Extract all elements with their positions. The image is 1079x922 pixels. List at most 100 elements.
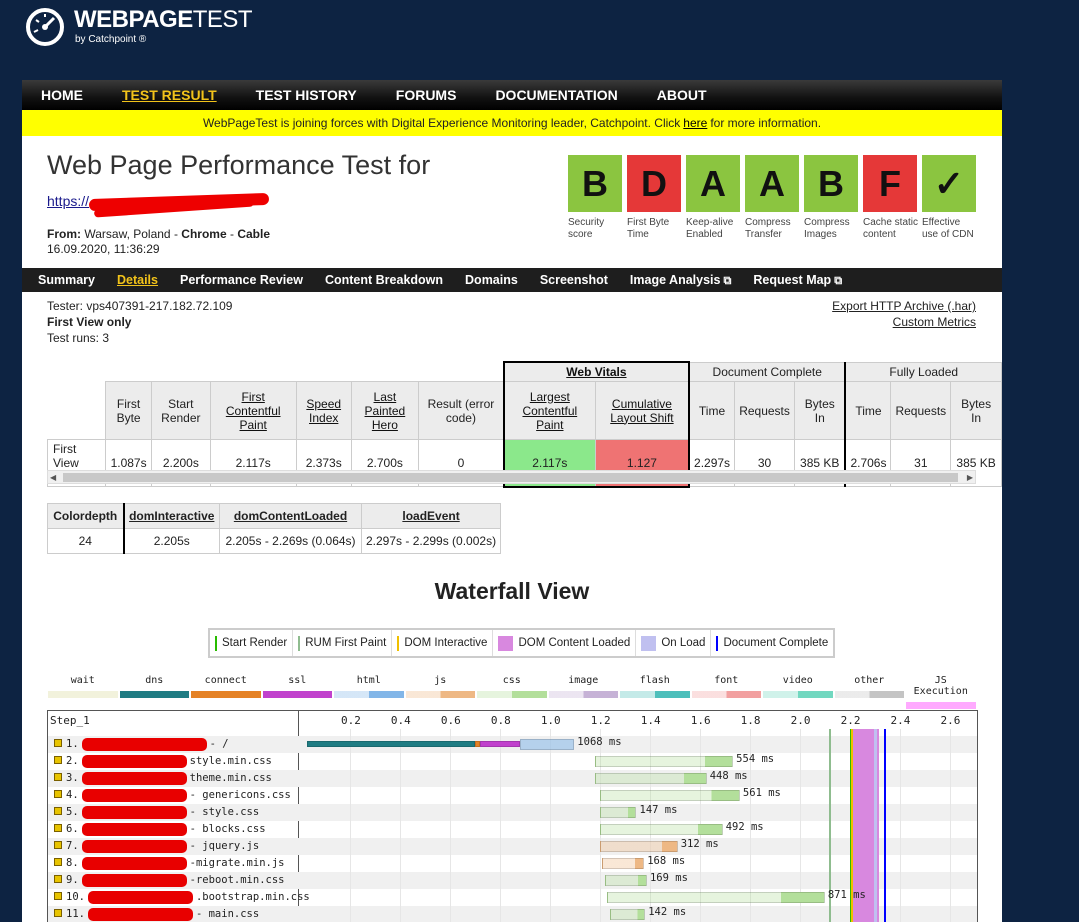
dom-header[interactable]: domContentLoaded <box>219 503 362 529</box>
subnav-request-map[interactable]: Request Map ⧉ <box>753 273 842 288</box>
spacer-cell <box>47 381 106 440</box>
timing-legend-flash: flash <box>619 675 691 709</box>
grade-compress-images[interactable]: B Compress Images <box>804 155 863 241</box>
grade-letter[interactable]: A <box>745 155 799 212</box>
nav-home[interactable]: HOME <box>41 87 83 103</box>
timing-legend-other: other <box>834 675 906 709</box>
duration-label: 168 ms <box>647 855 686 867</box>
waterfall-bar-2[interactable]: 554 ms <box>48 753 977 770</box>
timing-legend-label: JS Execution <box>913 675 968 697</box>
grade-letter[interactable]: B <box>568 155 622 212</box>
dom-value: 2.297s - 2.299s (0.002s) <box>360 528 502 554</box>
col-header[interactable]: First Contentful Paint <box>209 381 297 440</box>
subnav-summary[interactable]: Summary <box>38 273 95 287</box>
legend-swatch <box>298 635 301 651</box>
subnav-details[interactable]: Details <box>117 273 158 287</box>
main-content: Web Page Performance Test for https:// F… <box>22 136 1002 922</box>
request-segment <box>609 909 646 920</box>
nav-forums[interactable]: FORUMS <box>396 87 457 103</box>
legend-label: DOM Content Loaded <box>518 637 631 649</box>
grade-letter[interactable]: D <box>627 155 681 212</box>
dom-value: 24 <box>47 528 124 554</box>
subnav-label: Details <box>116 273 158 287</box>
dom-header[interactable]: loadEvent <box>360 503 502 529</box>
waterfall-bar-3[interactable]: 448 ms <box>48 770 977 787</box>
subnav-label: Summary <box>38 273 95 287</box>
banner-text: WebPageTest is joining forces with Digit… <box>202 116 681 130</box>
webpagetest-logo[interactable]: WEBPAGETEST by Catchpoint ® <box>24 6 264 50</box>
scroll-right-icon[interactable]: ▶ <box>967 471 973 484</box>
timing-legend-html: html <box>333 675 405 709</box>
col-header: Requests <box>734 381 796 440</box>
col-header[interactable]: Speed Index <box>295 381 352 440</box>
timing-legend-label: dns <box>145 675 164 686</box>
timing-legend-swatch <box>405 691 475 698</box>
grade-cache-static-content[interactable]: F Cache static content <box>863 155 922 241</box>
nav-documentation[interactable]: DOCUMENTATION <box>495 87 617 103</box>
grade-effective-use-of-cdn[interactable]: ✓ Effective use of CDN <box>922 155 981 241</box>
nav-about[interactable]: ABOUT <box>657 87 707 103</box>
grade-letter[interactable]: ✓ <box>922 155 976 212</box>
col-header[interactable]: Largest Contentful Paint <box>502 381 596 440</box>
grade-letter[interactable]: A <box>686 155 740 212</box>
waterfall-bar-7[interactable]: 312 ms <box>48 838 977 855</box>
scroll-thumb[interactable] <box>63 473 958 482</box>
timing-legend-swatch <box>834 691 904 698</box>
request-segment <box>599 807 637 818</box>
grade-first-byte-time[interactable]: D First Byte Time <box>627 155 686 241</box>
scroll-left-icon[interactable]: ◀ <box>50 471 56 484</box>
grade-letter[interactable]: F <box>863 155 917 212</box>
subnav-screenshot[interactable]: Screenshot <box>540 273 608 287</box>
table-scrollbar[interactable]: ◀ ▶ <box>47 470 976 484</box>
grade-keep-alive-enabled[interactable]: A Keep-alive Enabled <box>686 155 745 241</box>
timing-legend-label: font <box>714 675 739 686</box>
waterfall-bar-6[interactable]: 492 ms <box>48 821 977 838</box>
waterfall-bar-8[interactable]: 168 ms <box>48 855 977 872</box>
dom-header[interactable]: domInteractive <box>122 503 220 529</box>
legend-label: RUM First Paint <box>305 637 387 649</box>
waterfall-bar-10[interactable]: 871 ms <box>48 889 977 906</box>
nav-test-history[interactable]: TEST HISTORY <box>256 87 357 103</box>
subnav-domains[interactable]: Domains <box>465 273 518 287</box>
grade-letter[interactable]: B <box>804 155 858 212</box>
request-segment <box>599 790 740 801</box>
subnav-content-breakdown[interactable]: Content Breakdown <box>325 273 443 287</box>
nav-test-result[interactable]: TEST RESULT <box>122 87 217 103</box>
test-datetime: 16.09.2020, 11:36:29 <box>47 242 160 256</box>
col-header[interactable]: Last Painted Hero <box>350 381 420 440</box>
request-segment <box>519 739 575 750</box>
export-har-link[interactable]: Export HTTP Archive (.har) <box>832 298 976 314</box>
axis-tick-label: 0.8 <box>490 714 511 727</box>
waterfall-bar-11[interactable]: 142 ms <box>48 906 977 922</box>
grade-compress-transfer[interactable]: A Compress Transfer <box>745 155 804 241</box>
waterfall-bar-4[interactable]: 561 ms <box>48 787 977 804</box>
dns-segment <box>307 741 475 747</box>
timing-legend-label: wait <box>70 675 95 686</box>
banner-link[interactable]: here <box>683 116 707 130</box>
waterfall-bar-5[interactable]: 147 ms <box>48 804 977 821</box>
timing-legend-swatch <box>548 691 618 698</box>
timing-legend-label: video <box>782 675 813 686</box>
waterfall-bar-9[interactable]: 169 ms <box>48 872 977 889</box>
duration-label: 871 ms <box>827 889 866 901</box>
request-segment <box>594 756 734 767</box>
logo-byline: by Catchpoint ® <box>75 34 147 45</box>
grade-label: Security score <box>568 217 605 240</box>
legend-document-complete: Document Complete <box>711 630 833 656</box>
tested-url[interactable]: https:// <box>47 193 89 209</box>
custom-metrics-link[interactable]: Custom Metrics <box>832 314 976 330</box>
subnav-performance-review[interactable]: Performance Review <box>180 273 303 287</box>
web-vitals-header[interactable]: Web Vitals <box>502 361 691 382</box>
duration-label: 448 ms <box>709 770 748 782</box>
waterfall-bar-1[interactable]: 1068 ms <box>48 736 977 753</box>
waterfall-event-legend: Start Render RUM First Paint DOM Interacti… <box>208 628 836 658</box>
col-header[interactable]: Cumulative Layout Shift <box>594 381 691 440</box>
grade-security-score[interactable]: B Security score <box>568 155 627 241</box>
legend-dom-content-loaded: DOM Content Loaded <box>493 630 637 656</box>
axis-tick-label: 0.6 <box>440 714 461 727</box>
results-table: Web Vitals Document Complete Fully Loade… <box>46 361 1002 488</box>
timing-legend-swatch <box>763 691 833 698</box>
subnav-image-analysis[interactable]: Image Analysis ⧉ <box>630 273 731 288</box>
timing-legend-swatch <box>119 691 189 698</box>
step-label: Step_1 <box>50 714 90 727</box>
